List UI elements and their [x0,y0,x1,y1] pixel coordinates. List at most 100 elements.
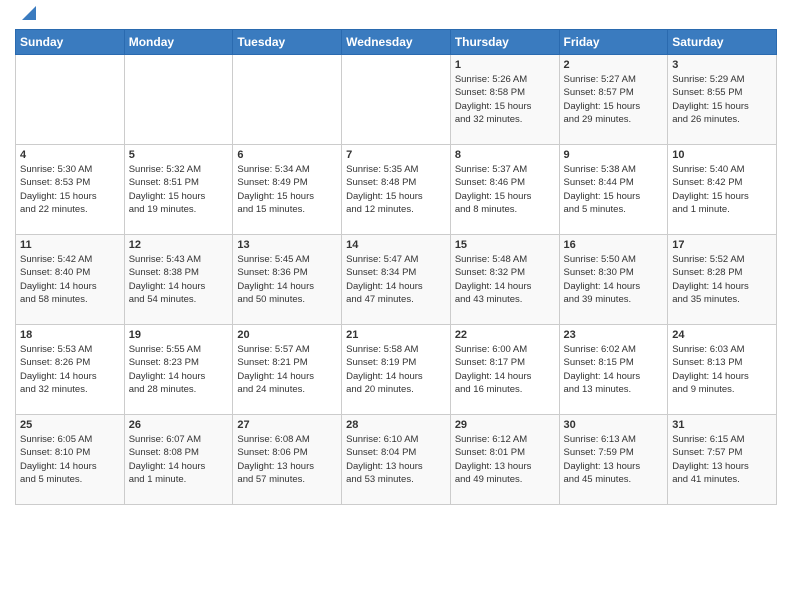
day-number: 18 [20,329,120,341]
day-info: Sunrise: 5:58 AM Sunset: 8:19 PM Dayligh… [346,343,446,396]
day-info: Sunrise: 5:38 AM Sunset: 8:44 PM Dayligh… [564,163,664,216]
day-number: 31 [672,419,772,431]
calendar-cell: 13 Sunrise: 5:45 AM Sunset: 8:36 PM Dayli… [233,235,342,325]
weekday-header-row: SundayMondayTuesdayWednesdayThursdayFrid… [16,30,777,55]
calendar-cell: 17Sunrise: 5:52 AM Sunset: 8:28 PM Dayli… [668,235,777,325]
calendar-cell: 31Sunrise: 6:15 AM Sunset: 7:57 PM Dayli… [668,415,777,505]
day-info: Sunrise: 6:07 AM Sunset: 8:08 PM Dayligh… [129,433,229,486]
day-info: Sunrise: 5:35 AM Sunset: 8:48 PM Dayligh… [346,163,446,216]
weekday-header-sunday: Sunday [16,30,125,55]
calendar-week-row: 11 Sunrise: 5:42 AM Sunset: 8:40 PM Dayli… [16,235,777,325]
day-info: Sunrise: 5:48 AM Sunset: 8:32 PM Dayligh… [455,253,555,306]
day-info: Sunrise: 5:43 AM Sunset: 8:38 PM Dayligh… [129,253,229,306]
day-info: Sunrise: 6:03 AM Sunset: 8:13 PM Dayligh… [672,343,772,396]
calendar-cell: 14 Sunrise: 5:47 AM Sunset: 8:34 PM Dayli… [342,235,451,325]
calendar-cell: 8 Sunrise: 5:37 AM Sunset: 8:46 PM Daylig… [450,145,559,235]
calendar-cell [342,55,451,145]
calendar-cell: 28 Sunrise: 6:10 AM Sunset: 8:04 PM Dayli… [342,415,451,505]
day-number: 15 [455,239,555,251]
calendar-cell: 10 Sunrise: 5:40 AM Sunset: 8:42 PM Dayli… [668,145,777,235]
calendar-week-row: 1 Sunrise: 5:26 AM Sunset: 8:58 PM Daylig… [16,55,777,145]
day-info: Sunrise: 5:55 AM Sunset: 8:23 PM Dayligh… [129,343,229,396]
calendar-cell: 2 Sunrise: 5:27 AM Sunset: 8:57 PM Daylig… [559,55,668,145]
day-number: 11 [20,239,120,251]
calendar-cell: 3 Sunrise: 5:29 AM Sunset: 8:55 PM Daylig… [668,55,777,145]
logo-icon [18,2,36,20]
day-number: 19 [129,329,229,341]
weekday-header-friday: Friday [559,30,668,55]
calendar-cell: 23 Sunrise: 6:02 AM Sunset: 8:15 PM Dayli… [559,325,668,415]
calendar-cell: 9Sunrise: 5:38 AM Sunset: 8:44 PM Daylig… [559,145,668,235]
calendar-cell: 20Sunrise: 5:57 AM Sunset: 8:21 PM Dayli… [233,325,342,415]
day-number: 2 [564,59,664,71]
calendar-cell: 27 Sunrise: 6:08 AM Sunset: 8:06 PM Dayli… [233,415,342,505]
calendar-cell: 5Sunrise: 5:32 AM Sunset: 8:51 PM Daylig… [124,145,233,235]
day-info: Sunrise: 5:29 AM Sunset: 8:55 PM Dayligh… [672,73,772,126]
day-number: 12 [129,239,229,251]
day-info: Sunrise: 6:08 AM Sunset: 8:06 PM Dayligh… [237,433,337,486]
day-info: Sunrise: 5:50 AM Sunset: 8:30 PM Dayligh… [564,253,664,306]
day-number: 22 [455,329,555,341]
calendar-cell [233,55,342,145]
day-info: Sunrise: 5:42 AM Sunset: 8:40 PM Dayligh… [20,253,120,306]
day-info: Sunrise: 5:40 AM Sunset: 8:42 PM Dayligh… [672,163,772,216]
day-number: 5 [129,149,229,161]
day-info: Sunrise: 6:10 AM Sunset: 8:04 PM Dayligh… [346,433,446,486]
day-number: 16 [564,239,664,251]
calendar-cell: 12 Sunrise: 5:43 AM Sunset: 8:38 PM Dayli… [124,235,233,325]
day-number: 4 [20,149,120,161]
calendar-table: SundayMondayTuesdayWednesdayThursdayFrid… [15,29,777,505]
page-header [15,10,777,21]
day-number: 29 [455,419,555,431]
day-info: Sunrise: 5:53 AM Sunset: 8:26 PM Dayligh… [20,343,120,396]
calendar-cell: 15 Sunrise: 5:48 AM Sunset: 8:32 PM Dayli… [450,235,559,325]
calendar-week-row: 4 Sunrise: 5:30 AM Sunset: 8:53 PM Daylig… [16,145,777,235]
weekday-header-monday: Monday [124,30,233,55]
day-info: Sunrise: 6:00 AM Sunset: 8:17 PM Dayligh… [455,343,555,396]
day-info: Sunrise: 5:26 AM Sunset: 8:58 PM Dayligh… [455,73,555,126]
day-number: 7 [346,149,446,161]
day-info: Sunrise: 6:02 AM Sunset: 8:15 PM Dayligh… [564,343,664,396]
calendar-cell: 7 Sunrise: 5:35 AM Sunset: 8:48 PM Daylig… [342,145,451,235]
calendar-week-row: 25Sunrise: 6:05 AM Sunset: 8:10 PM Dayli… [16,415,777,505]
day-info: Sunrise: 5:45 AM Sunset: 8:36 PM Dayligh… [237,253,337,306]
day-number: 30 [564,419,664,431]
day-number: 23 [564,329,664,341]
day-info: Sunrise: 6:12 AM Sunset: 8:01 PM Dayligh… [455,433,555,486]
calendar-cell: 21Sunrise: 5:58 AM Sunset: 8:19 PM Dayli… [342,325,451,415]
day-number: 26 [129,419,229,431]
day-info: Sunrise: 5:37 AM Sunset: 8:46 PM Dayligh… [455,163,555,216]
calendar-cell: 18 Sunrise: 5:53 AM Sunset: 8:26 PM Dayli… [16,325,125,415]
calendar-cell: 4 Sunrise: 5:30 AM Sunset: 8:53 PM Daylig… [16,145,125,235]
weekday-header-tuesday: Tuesday [233,30,342,55]
calendar-cell: 16 Sunrise: 5:50 AM Sunset: 8:30 PM Dayli… [559,235,668,325]
calendar-cell [124,55,233,145]
calendar-cell: 29 Sunrise: 6:12 AM Sunset: 8:01 PM Dayli… [450,415,559,505]
calendar-cell: 26 Sunrise: 6:07 AM Sunset: 8:08 PM Dayli… [124,415,233,505]
day-number: 13 [237,239,337,251]
day-number: 14 [346,239,446,251]
day-number: 8 [455,149,555,161]
weekday-header-thursday: Thursday [450,30,559,55]
calendar-week-row: 18 Sunrise: 5:53 AM Sunset: 8:26 PM Dayli… [16,325,777,415]
weekday-header-wednesday: Wednesday [342,30,451,55]
day-number: 25 [20,419,120,431]
day-number: 28 [346,419,446,431]
calendar-cell: 30Sunrise: 6:13 AM Sunset: 7:59 PM Dayli… [559,415,668,505]
day-info: Sunrise: 5:27 AM Sunset: 8:57 PM Dayligh… [564,73,664,126]
day-number: 24 [672,329,772,341]
calendar-cell: 6 Sunrise: 5:34 AM Sunset: 8:49 PM Daylig… [233,145,342,235]
day-info: Sunrise: 5:47 AM Sunset: 8:34 PM Dayligh… [346,253,446,306]
day-number: 1 [455,59,555,71]
day-number: 10 [672,149,772,161]
day-number: 17 [672,239,772,251]
calendar-cell [16,55,125,145]
calendar-cell: 24 Sunrise: 6:03 AM Sunset: 8:13 PM Dayli… [668,325,777,415]
calendar-cell: 19 Sunrise: 5:55 AM Sunset: 8:23 PM Dayli… [124,325,233,415]
day-info: Sunrise: 5:34 AM Sunset: 8:49 PM Dayligh… [237,163,337,216]
day-number: 3 [672,59,772,71]
day-number: 27 [237,419,337,431]
day-info: Sunrise: 5:57 AM Sunset: 8:21 PM Dayligh… [237,343,337,396]
day-info: Sunrise: 5:30 AM Sunset: 8:53 PM Dayligh… [20,163,120,216]
day-number: 6 [237,149,337,161]
